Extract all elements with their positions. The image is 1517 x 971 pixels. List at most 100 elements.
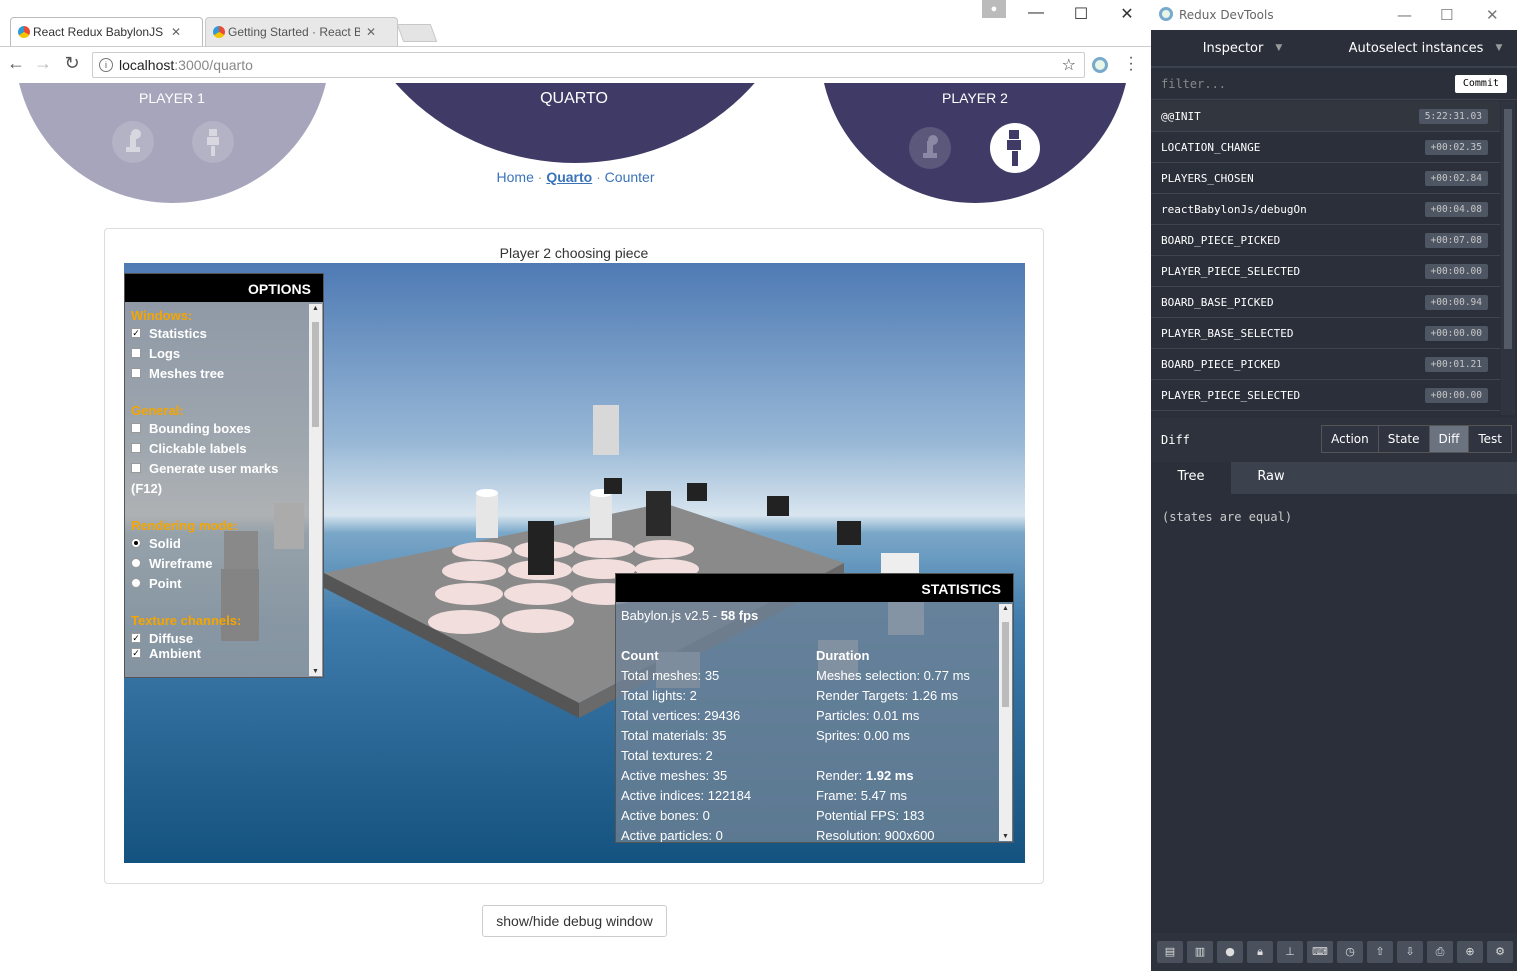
tab-raw[interactable]: Raw <box>1231 462 1311 494</box>
maximize-icon[interactable]: ☐ <box>1071 4 1091 24</box>
nav-home-link[interactable]: Home <box>497 169 534 185</box>
lock-icon[interactable]: 🔒︎ <box>1247 941 1273 963</box>
statistics-option[interactable]: ✓ Statistics <box>131 323 307 343</box>
maximize-icon[interactable]: ☐ <box>1440 6 1453 24</box>
checkbox[interactable] <box>131 423 141 433</box>
action-item[interactable]: PLAYERS_CHOSEN +00:02.84 <box>1151 163 1500 194</box>
debug-toggle-button[interactable]: show/hide debug window <box>482 905 667 937</box>
scroll-down-icon[interactable]: ▼ <box>999 833 1012 840</box>
redux-devtools-logo-icon <box>1159 7 1173 21</box>
settings-gear-icon[interactable]: ⚙ <box>1487 941 1513 963</box>
record-icon[interactable]: ● <box>1217 941 1243 963</box>
action-item[interactable]: BOARD_BASE_PICKED +00:00.94 <box>1151 287 1500 318</box>
action-item[interactable]: @@INIT 5:22:31.03 <box>1151 101 1500 132</box>
radio-icon[interactable] <box>131 578 141 588</box>
tab-action[interactable]: Action <box>1322 426 1379 452</box>
action-item[interactable]: reactBabylonJs/debugOn +00:04.08 <box>1151 194 1500 225</box>
player2-title: PLAYER 2 <box>942 90 1008 106</box>
new-tab-button[interactable] <box>396 24 438 42</box>
tab-tree[interactable]: Tree <box>1151 462 1231 494</box>
logs-option[interactable]: Logs <box>131 343 307 363</box>
close-window-icon[interactable]: ✕ <box>1117 4 1137 24</box>
stat-row: Render Targets: 1.26 ms <box>816 688 959 703</box>
clickable-labels-option[interactable]: Clickable labels <box>131 438 307 458</box>
minimize-icon[interactable]: — <box>1397 6 1412 24</box>
scroll-thumb[interactable] <box>1504 109 1512 349</box>
checkbox[interactable] <box>131 463 141 473</box>
diffuse-option[interactable]: ✓ Diffuse <box>131 628 307 648</box>
tab-react-redux[interactable]: React Redux BabylonJS S ✕ <box>10 17 203 46</box>
pin-icon[interactable]: ⊥ <box>1277 941 1303 963</box>
reload-icon[interactable]: ↻ <box>62 53 82 74</box>
statistics-scrollbar[interactable]: ▲ ▼ <box>999 604 1012 841</box>
action-item[interactable]: LOCATION_CHANGE +00:02.35 <box>1151 132 1500 163</box>
player2-human-icon[interactable] <box>909 127 951 169</box>
redux-devtools-extension-icon[interactable] <box>1092 57 1108 73</box>
commit-button[interactable]: Commit <box>1454 75 1507 93</box>
bookmark-star-icon[interactable]: ☆ <box>1062 55 1076 75</box>
action-item[interactable]: PLAYER_PIECE_SELECTED +00:00.00 <box>1151 380 1500 411</box>
player2-robot-icon-selected[interactable] <box>990 123 1040 173</box>
checked-checkbox-icon[interactable]: ✓ <box>131 648 141 658</box>
monitor-select[interactable]: Inspector ▼ <box>1151 30 1334 68</box>
action-item[interactable]: PLAYER_PIECE_SELECTED +00:00.00 <box>1151 256 1500 287</box>
info-icon[interactable]: i <box>99 58 113 72</box>
close-window-icon[interactable]: ✕ <box>1486 6 1499 24</box>
nav-quarto-link[interactable]: Quarto <box>546 169 592 185</box>
stat-row: Resolution: 900x600 <box>816 828 935 843</box>
scroll-up-icon[interactable]: ▲ <box>999 605 1012 612</box>
tab-diff[interactable]: Diff <box>1429 426 1470 452</box>
scroll-thumb[interactable] <box>1002 622 1009 707</box>
nav-counter-link[interactable]: Counter <box>605 169 655 185</box>
action-item[interactable]: BOARD_PIECE_PICKED +00:07.08 <box>1151 225 1500 256</box>
generate-user-marks-option[interactable]: Generate user marks <box>131 458 307 478</box>
back-icon[interactable]: ← <box>6 53 26 74</box>
meshes-tree-option[interactable]: Meshes tree <box>131 363 307 383</box>
wireframe-option[interactable]: Wireframe <box>131 553 307 573</box>
checked-checkbox-icon[interactable]: ✓ <box>131 328 141 338</box>
url-bar[interactable]: i localhost:3000/quarto ☆ <box>92 52 1085 78</box>
remote-icon[interactable]: ⊕ <box>1457 941 1483 963</box>
checkbox[interactable] <box>131 443 141 453</box>
filter-input[interactable]: filter... <box>1161 77 1226 91</box>
upload-icon[interactable]: ⇧ <box>1367 941 1393 963</box>
ambient-option[interactable]: ✓ Ambient <box>131 648 307 658</box>
tab-test[interactable]: Test <box>1469 426 1511 452</box>
solid-option[interactable]: Solid <box>131 533 307 553</box>
radio-icon[interactable] <box>131 558 141 568</box>
checked-checkbox-icon[interactable]: ✓ <box>131 633 141 643</box>
minimize-icon[interactable]: — <box>1026 4 1046 22</box>
left-monitor-icon[interactable]: ▤ <box>1157 941 1183 963</box>
scroll-thumb[interactable] <box>312 322 319 427</box>
download-icon[interactable]: ⇩ <box>1397 941 1423 963</box>
close-tab-icon[interactable]: ✕ <box>366 25 376 39</box>
scroll-up-icon[interactable]: ▲ <box>309 305 322 312</box>
generate-user-marks-label: Generate user marks <box>149 460 279 476</box>
action-list-scrollbar[interactable] <box>1501 101 1515 415</box>
options-scrollbar[interactable]: ▲ ▼ <box>309 304 322 676</box>
player1-human-icon[interactable] <box>112 121 154 163</box>
tab-state[interactable]: State <box>1378 426 1430 452</box>
player1-robot-icon[interactable] <box>192 121 234 163</box>
bounding-boxes-option[interactable]: Bounding boxes <box>131 418 307 438</box>
action-item[interactable]: BOARD_PIECE_PICKED +00:01.21 <box>1151 349 1500 380</box>
scroll-down-icon[interactable]: ▼ <box>309 668 322 675</box>
profile-icon[interactable]: ● <box>982 0 1006 18</box>
react-favicon-icon <box>18 26 30 38</box>
instance-select[interactable]: Autoselect instances ▼ <box>1334 30 1517 68</box>
right-monitor-icon[interactable]: ▥ <box>1187 941 1213 963</box>
action-item[interactable]: PLAYER_BASE_SELECTED +00:00.00 <box>1151 318 1500 349</box>
browser-menu-icon[interactable]: · · · <box>1126 50 1136 78</box>
print-icon[interactable]: ⎙ <box>1427 941 1453 963</box>
stat-row <box>816 748 1001 768</box>
keyboard-icon[interactable]: ⌨ <box>1307 941 1333 963</box>
forward-icon[interactable]: → <box>33 53 53 74</box>
close-tab-icon[interactable]: ✕ <box>171 25 181 39</box>
checkbox[interactable] <box>131 348 141 358</box>
point-option[interactable]: Point <box>131 573 307 593</box>
radio-selected-icon[interactable] <box>131 538 141 548</box>
checkbox[interactable] <box>131 368 141 378</box>
babylon-canvas[interactable]: OPTIONS Windows: ✓ Statistics Logs Meshes… <box>124 263 1025 863</box>
timer-icon[interactable]: ◷ <box>1337 941 1363 963</box>
tab-getting-started[interactable]: Getting Started · React B ✕ <box>205 17 398 46</box>
